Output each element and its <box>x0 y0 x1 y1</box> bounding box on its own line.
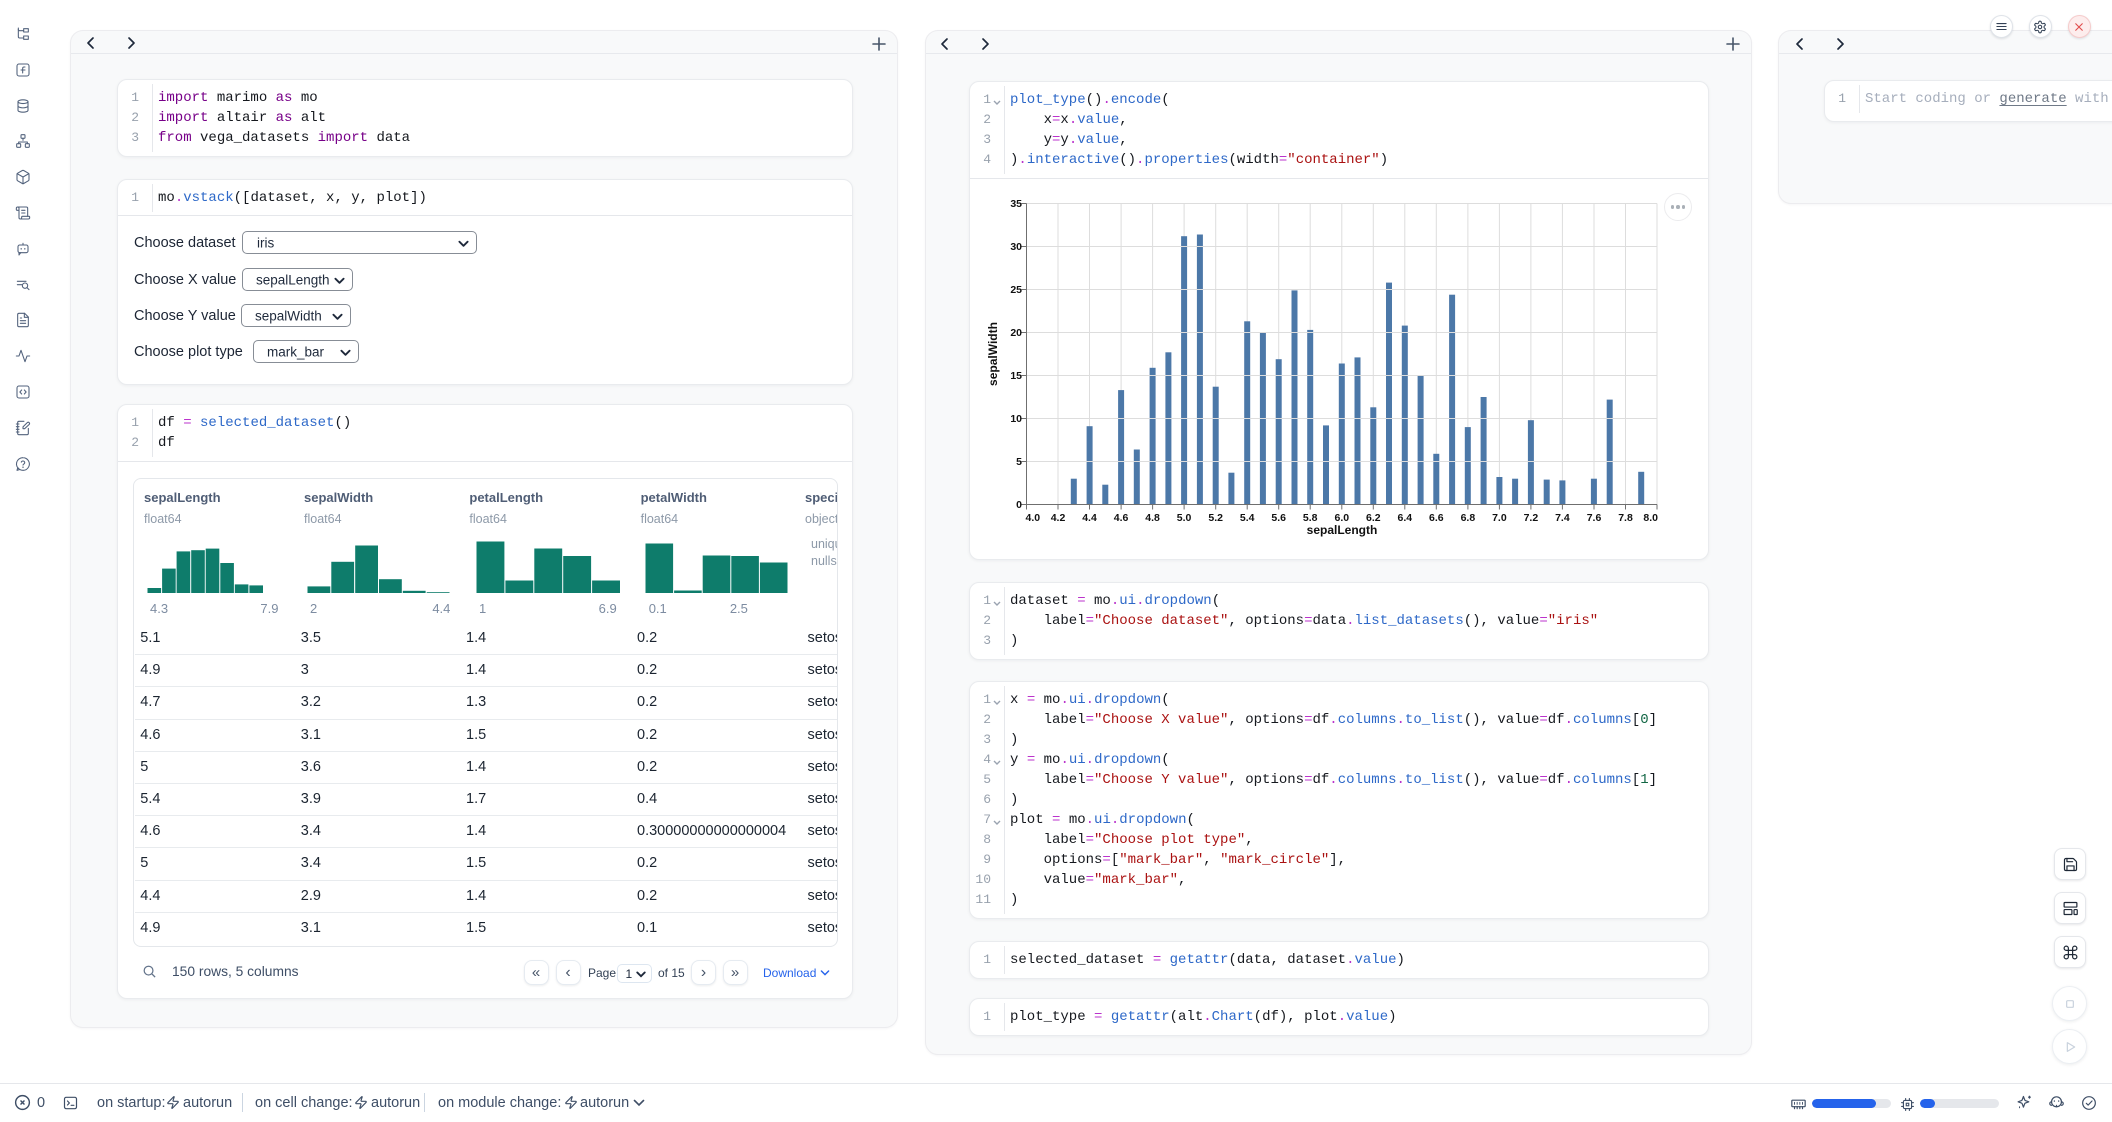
svg-text:35: 35 <box>1010 198 1022 210</box>
svg-text:30: 30 <box>1010 241 1022 253</box>
svg-text:6.6: 6.6 <box>1429 512 1444 524</box>
svg-text:7.2: 7.2 <box>1524 512 1539 524</box>
svg-text:8.0: 8.0 <box>1643 512 1658 524</box>
svg-text:4.0: 4.0 <box>1026 512 1041 524</box>
svg-text:4.8: 4.8 <box>1145 512 1160 524</box>
svg-text:7.4: 7.4 <box>1555 512 1570 524</box>
svg-text:4.2: 4.2 <box>1051 512 1066 524</box>
svg-text:sepalLength: sepalLength <box>1307 523 1378 537</box>
svg-text:7.0: 7.0 <box>1492 512 1507 524</box>
svg-text:5: 5 <box>1016 456 1022 468</box>
svg-text:10: 10 <box>1010 413 1022 425</box>
svg-text:5.2: 5.2 <box>1208 512 1223 524</box>
svg-text:5.0: 5.0 <box>1177 512 1192 524</box>
svg-text:4.6: 4.6 <box>1114 512 1129 524</box>
svg-text:4.4: 4.4 <box>1082 512 1097 524</box>
svg-text:6.8: 6.8 <box>1461 512 1476 524</box>
svg-text:5.4: 5.4 <box>1240 512 1255 524</box>
svg-text:7.6: 7.6 <box>1587 512 1602 524</box>
svg-text:sepalWidth: sepalWidth <box>986 322 1000 386</box>
svg-text:25: 25 <box>1010 284 1022 296</box>
svg-text:5.6: 5.6 <box>1271 512 1286 524</box>
svg-text:6.4: 6.4 <box>1397 512 1412 524</box>
svg-text:0: 0 <box>1016 499 1022 511</box>
svg-text:20: 20 <box>1010 327 1022 339</box>
svg-text:15: 15 <box>1010 370 1022 382</box>
svg-text:7.8: 7.8 <box>1618 512 1633 524</box>
